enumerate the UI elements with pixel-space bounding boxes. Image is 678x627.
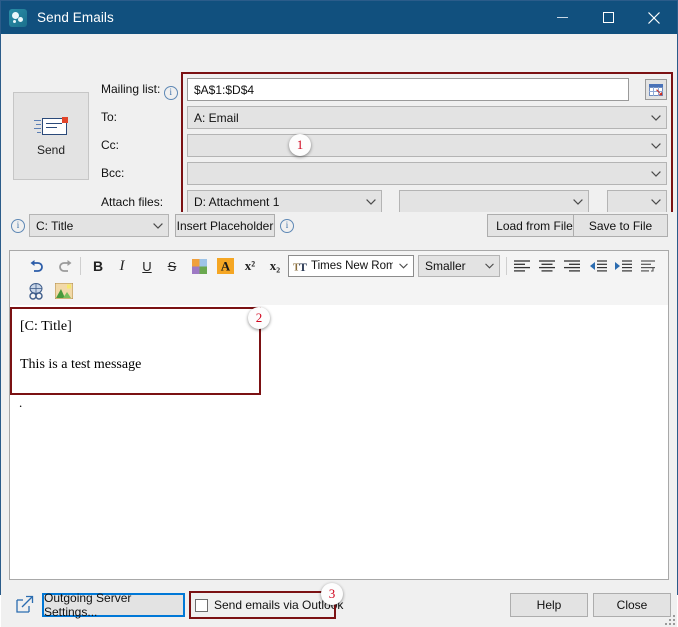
increase-indent-icon[interactable] [611, 254, 635, 278]
attachment-1-value: D: Attachment 1 [194, 194, 280, 209]
chevron-down-icon [148, 222, 168, 229]
attachment-combobox-1[interactable]: D: Attachment 1 [187, 190, 382, 213]
line-spacing-icon[interactable] [637, 254, 661, 278]
close-icon[interactable] [631, 1, 677, 34]
font-size-value: Smaller [425, 259, 466, 273]
chevron-down-icon [393, 263, 413, 269]
window-title: Send Emails [37, 10, 114, 25]
mailing-list-label: Mailing list: i [101, 82, 178, 100]
font-family-select[interactable]: TT Times New Rom [288, 255, 414, 277]
save-to-file-button[interactable]: Save to File [573, 214, 668, 237]
placeholder-bar: i C: Title Insert Placeholder i Load fro… [1, 212, 677, 250]
mailing-list-value: $A$1:$D$4 [194, 82, 255, 97]
message-editor: B I U S A x² x₂ TT Times New Rom Smaller… [9, 250, 669, 580]
external-link-icon[interactable] [15, 594, 35, 614]
message-body[interactable]: [C: Title] This is a test message . [10, 305, 668, 579]
bcc-combobox[interactable] [187, 162, 667, 185]
app-icon [9, 8, 27, 27]
recipients-panel: Send Mailing list: i To: Cc: Bcc: Attach… [1, 34, 677, 246]
attach-files-label: Attach files: [101, 195, 164, 209]
to-combobox[interactable]: A: Email [187, 106, 667, 129]
align-right-icon[interactable] [560, 254, 584, 278]
checkbox-box[interactable] [195, 598, 208, 612]
hyperlink-icon[interactable] [24, 279, 48, 303]
italic-button[interactable]: I [110, 254, 134, 278]
to-label: To: [101, 110, 118, 124]
mailing-list-info-icon[interactable]: i [163, 86, 178, 100]
help-button[interactable]: Help [510, 593, 588, 617]
bcc-label: Bcc: [101, 166, 125, 180]
envelope-send-icon [34, 116, 68, 138]
svg-text:A: A [220, 259, 230, 274]
svg-text:T: T [299, 260, 307, 273]
message-line-2: This is a test message [20, 357, 142, 372]
cc-label: Cc: [101, 138, 119, 152]
font-family-value: Times New Rom [311, 260, 393, 272]
minimize-icon[interactable] [539, 1, 585, 34]
title-bar: Send Emails [1, 1, 677, 34]
placeholder-column-value: C: Title [36, 218, 74, 233]
editor-toolbar: B I U S A x² x₂ TT Times New Rom Smaller [10, 251, 668, 306]
undo-icon[interactable] [24, 254, 48, 278]
attachment-combobox-2[interactable] [399, 190, 589, 213]
align-center-icon[interactable] [535, 254, 559, 278]
to-value: A: Email [194, 110, 239, 125]
chevron-down-icon [646, 114, 666, 121]
insert-placeholder-info-icon[interactable]: i [280, 219, 294, 233]
message-trailing-mark: . [19, 395, 23, 410]
placeholder-info-icon[interactable]: i [11, 219, 25, 233]
font-color-icon[interactable]: A [213, 254, 237, 278]
font-size-select[interactable]: Smaller [418, 255, 500, 277]
chevron-down-icon [646, 170, 666, 177]
attachment-combobox-3[interactable] [607, 190, 667, 213]
highlight-color-icon[interactable] [187, 254, 211, 278]
chevron-down-icon [479, 263, 499, 269]
send-button-label: Send [36, 142, 66, 157]
insert-image-icon[interactable] [52, 279, 76, 303]
window-controls [539, 1, 677, 34]
dialog-body: Send Mailing list: i To: Cc: Bcc: Attach… [1, 34, 677, 627]
align-left-icon[interactable] [510, 254, 534, 278]
callout-badge-1: 1 [289, 134, 311, 156]
chevron-down-icon [568, 198, 588, 205]
redo-icon[interactable] [53, 254, 77, 278]
resize-grip[interactable] [663, 613, 675, 625]
load-from-file-button[interactable]: Load from File [487, 214, 582, 237]
footer-bar: Outgoing Server Settings... Send emails … [1, 583, 677, 627]
outgoing-server-settings-button[interactable]: Outgoing Server Settings... [42, 591, 185, 619]
send-button[interactable]: Send [13, 92, 89, 180]
superscript-button[interactable]: x² [238, 254, 262, 278]
bold-button[interactable]: B [86, 254, 110, 278]
chevron-down-icon [646, 198, 666, 205]
insert-placeholder-button[interactable]: Insert Placeholder [175, 214, 275, 237]
subscript-button[interactable]: x₂ [263, 254, 287, 278]
message-line-1: [C: Title] [20, 319, 72, 334]
send-emails-window: Send Emails Send Mailing list: i To: Cc:… [0, 0, 678, 627]
callout-badge-2: 2 [248, 307, 270, 329]
range-select-icon[interactable]: ➘ [645, 79, 667, 100]
mailing-list-input[interactable]: $A$1:$D$4 [187, 78, 629, 101]
strikethrough-button[interactable]: S [160, 254, 184, 278]
cc-combobox[interactable] [187, 134, 667, 157]
placeholder-column-combobox[interactable]: C: Title [29, 214, 169, 237]
maximize-icon[interactable] [585, 1, 631, 34]
close-button[interactable]: Close [593, 593, 671, 617]
chevron-down-icon [646, 142, 666, 149]
send-via-outlook-checkbox[interactable]: Send emails via Outlook [195, 598, 343, 612]
chevron-down-icon [361, 198, 381, 205]
decrease-indent-icon[interactable] [586, 254, 610, 278]
underline-button[interactable]: U [135, 254, 159, 278]
callout-badge-3: 3 [321, 583, 343, 605]
